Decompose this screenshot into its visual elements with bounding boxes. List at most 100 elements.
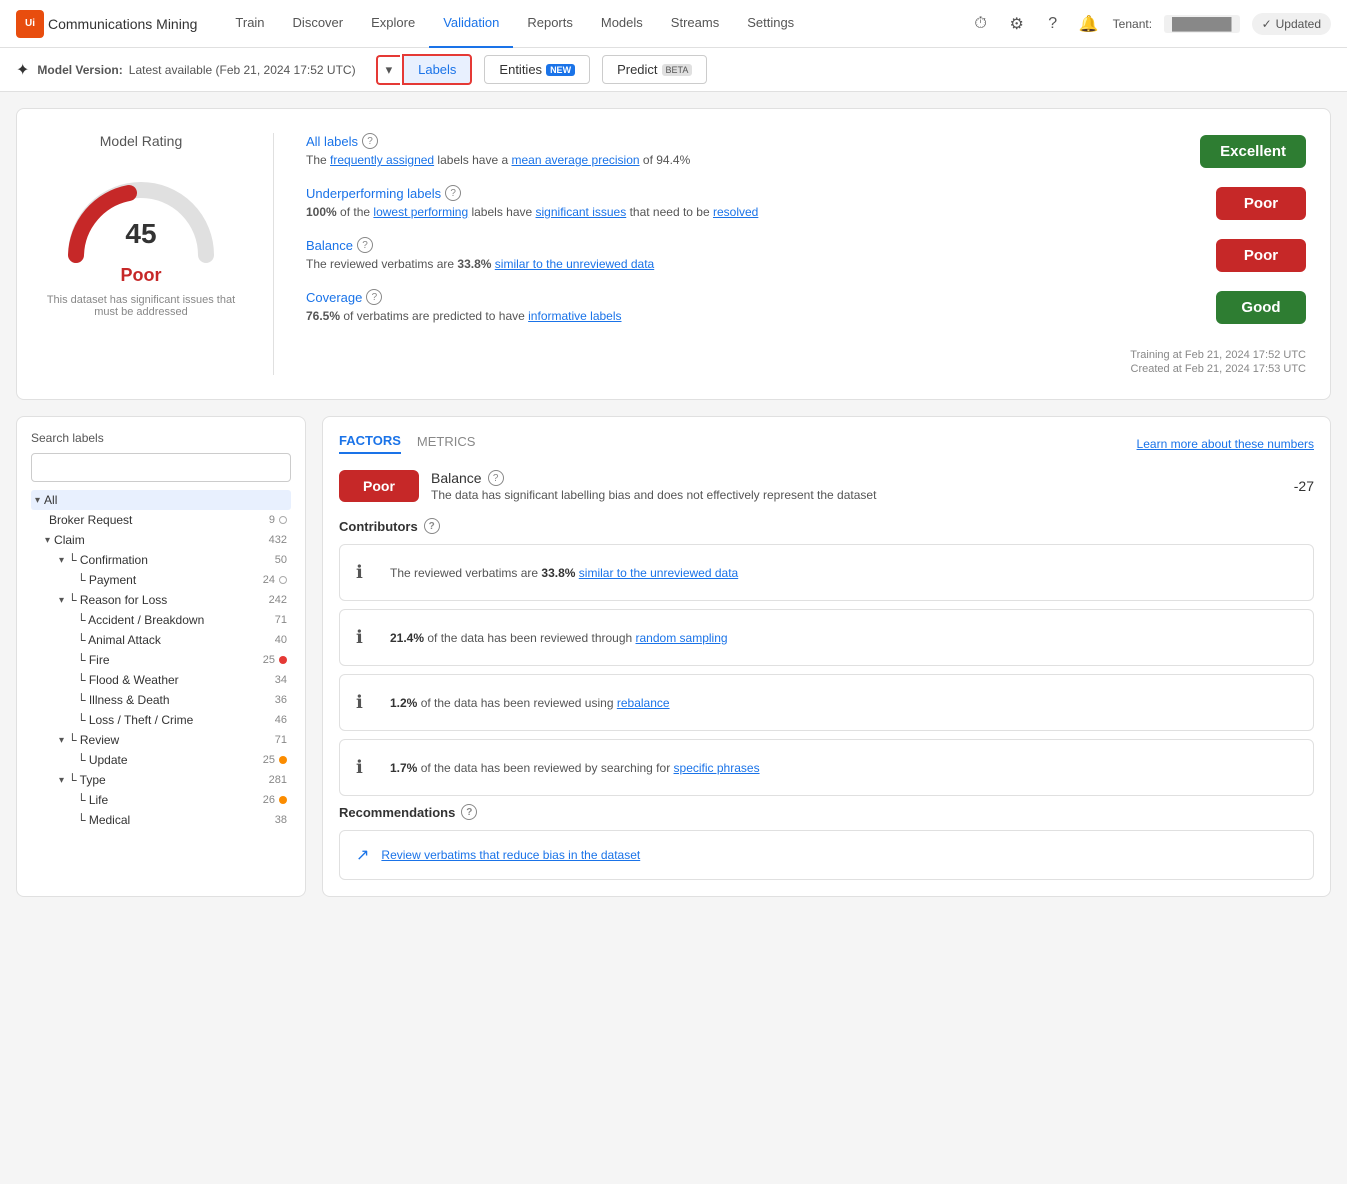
contributor-card-3: ℹ 1.2% of the data has been reviewed usi…: [339, 674, 1314, 731]
tab-dropdown-button[interactable]: ▾: [376, 55, 401, 85]
label-item-flood-weather[interactable]: └ Flood & Weather 34: [31, 670, 291, 690]
metric-content-coverage: Coverage ? 76.5% of verbatims are predic…: [306, 289, 1200, 325]
label-item-payment[interactable]: └ Payment 24: [31, 570, 291, 590]
payment-dot: [279, 576, 287, 584]
random-sampling-link[interactable]: random sampling: [636, 631, 728, 645]
uipath-logo-icon: Ui: [16, 10, 44, 38]
label-item-update[interactable]: └ Update 25: [31, 750, 291, 770]
label-item-illness-death[interactable]: └ Illness & Death 36: [31, 690, 291, 710]
metric-row-coverage: Coverage ? 76.5% of verbatims are predic…: [306, 289, 1306, 325]
gauge-description: This dataset has significant issues that…: [41, 294, 241, 318]
label-item-reason-for-loss[interactable]: ▾ └ Reason for Loss 242: [31, 590, 291, 610]
metric-content-balance: Balance ? The reviewed verbatims are 33.…: [306, 237, 1200, 273]
label-item-all[interactable]: ▾ All: [31, 490, 291, 510]
metric-title-coverage: Coverage ?: [306, 289, 1200, 305]
frequently-assigned-link[interactable]: frequently assigned: [330, 153, 434, 167]
label-tree: ▾ All Broker Request 9 ▾ Claim 432: [31, 490, 291, 830]
chevron-icon: ▾: [35, 495, 40, 506]
recommendation-link-1[interactable]: Review verbatims that reduce bias in the…: [381, 848, 640, 862]
model-version: Model Version: Latest available (Feb 21,…: [37, 63, 355, 77]
rating-card: Model Rating 45 Poor This dataset has si…: [16, 108, 1331, 400]
metric-title-all-labels: All labels ?: [306, 133, 1184, 149]
app-name: Communications Mining: [48, 16, 197, 32]
model-icon: ✦: [16, 60, 29, 80]
label-item-animal-attack[interactable]: └ Animal Attack 40: [31, 630, 291, 650]
nav-item-explore[interactable]: Explore: [357, 0, 429, 48]
subtitle-bar: ✦ Model Version: Latest available (Feb 2…: [0, 48, 1347, 92]
search-input[interactable]: [31, 453, 291, 482]
broker-request-dot: [279, 516, 287, 524]
tab-labels-button[interactable]: Labels: [402, 54, 472, 85]
contributor-text-2: 21.4% of the data has been reviewed thro…: [390, 629, 728, 647]
nav-item-streams[interactable]: Streams: [657, 0, 733, 48]
gauge-svg: 45: [61, 165, 221, 265]
label-item-broker-request[interactable]: Broker Request 9: [31, 510, 291, 530]
label-item-claim[interactable]: ▾ Claim 432: [31, 530, 291, 550]
clock-icon[interactable]: ⏱: [969, 12, 993, 36]
label-item-life[interactable]: └ Life 26: [31, 790, 291, 810]
similar-unreviewed-link[interactable]: similar to the unreviewed data: [495, 257, 654, 271]
rating-title: Model Rating: [100, 133, 183, 149]
coverage-badge: Good: [1216, 291, 1306, 324]
main-content: Model Rating 45 Poor This dataset has si…: [0, 92, 1347, 913]
metric-content-underperforming: Underperforming labels ? 100% of the low…: [306, 185, 1200, 221]
rating-right: All labels ? The frequently assigned lab…: [306, 133, 1306, 375]
rating-footer: Training at Feb 21, 2024 17:52 UTC Creat…: [306, 349, 1306, 375]
nav-item-settings[interactable]: Settings: [733, 0, 808, 48]
nav-item-reports[interactable]: Reports: [513, 0, 587, 48]
label-item-accident[interactable]: └ Accident / Breakdown 71: [31, 610, 291, 630]
balance-help-icon[interactable]: ?: [357, 237, 373, 253]
checkmark-icon: ✓: [1262, 17, 1272, 31]
nav-item-validation[interactable]: Validation: [429, 0, 513, 48]
tab-entities-button[interactable]: Entities NEW: [484, 55, 590, 84]
life-dot: [279, 796, 287, 804]
gear-icon[interactable]: ⚙: [1005, 12, 1029, 36]
balance-badge: Poor: [1216, 239, 1306, 272]
underperforming-help-icon[interactable]: ?: [445, 185, 461, 201]
label-item-fire[interactable]: └ Fire 25: [31, 650, 291, 670]
all-labels-badge: Excellent: [1200, 135, 1306, 168]
tenant-label: Tenant:: [1113, 17, 1152, 31]
label-item-type[interactable]: ▾ └ Type 281: [31, 770, 291, 790]
label-item-review[interactable]: ▾ └ Review 71: [31, 730, 291, 750]
coverage-help-icon[interactable]: ?: [366, 289, 382, 305]
resolved-link[interactable]: resolved: [713, 205, 758, 219]
factors-tab[interactable]: FACTORS: [339, 433, 401, 454]
lowest-performing-link[interactable]: lowest performing: [373, 205, 468, 219]
nav-item-train[interactable]: Train: [221, 0, 278, 48]
similar-unreviewed-data-link[interactable]: similar to the unreviewed data: [579, 566, 738, 580]
bottom-section: Search labels ▾ All Broker Request 9 ▾: [16, 416, 1331, 897]
label-item-loss-theft-crime[interactable]: └ Loss / Theft / Crime 46: [31, 710, 291, 730]
tab-group: ▾ Labels Entities NEW Predict BETA: [376, 54, 708, 85]
help-icon[interactable]: ?: [1041, 12, 1065, 36]
rebalance-link[interactable]: rebalance: [617, 696, 670, 710]
recommendations-help-icon[interactable]: ?: [461, 804, 477, 820]
training-date: Training at Feb 21, 2024 17:52 UTC: [1130, 349, 1306, 361]
learn-more-link[interactable]: Learn more about these numbers: [1137, 437, 1314, 451]
contributors-help-icon[interactable]: ?: [424, 518, 440, 534]
tab-predict-button[interactable]: Predict BETA: [602, 55, 707, 84]
specific-phrases-link[interactable]: specific phrases: [674, 761, 760, 775]
all-labels-help-icon[interactable]: ?: [362, 133, 378, 149]
svg-text:45: 45: [125, 218, 156, 249]
bell-icon[interactable]: 🔔: [1077, 12, 1101, 36]
underperforming-badge: Poor: [1216, 187, 1306, 220]
balance-poor-badge: Poor: [339, 470, 419, 502]
nav-item-models[interactable]: Models: [587, 0, 657, 48]
significant-issues-link[interactable]: significant issues: [536, 205, 627, 219]
nav-right: ⏱ ⚙ ? 🔔 Tenant: ███████ ✓ Updated: [969, 12, 1331, 36]
balance-detail-help-icon[interactable]: ?: [488, 470, 504, 486]
label-item-medical[interactable]: └ Medical 38: [31, 810, 291, 830]
metric-content-all-labels: All labels ? The frequently assigned lab…: [306, 133, 1184, 169]
nav-item-discover[interactable]: Discover: [279, 0, 358, 48]
contributor-text-4: 1.7% of the data has been reviewed by se…: [390, 759, 760, 777]
mean-avg-precision-link[interactable]: mean average precision: [511, 153, 639, 167]
metrics-tab[interactable]: METRICS: [417, 434, 476, 453]
informative-labels-link[interactable]: informative labels: [528, 309, 621, 323]
balance-description: The data has significant labelling bias …: [431, 488, 876, 502]
metric-desc-coverage: 76.5% of verbatims are predicted to have…: [306, 307, 1200, 325]
recommendation-card-1: ↗ Review verbatims that reduce bias in t…: [339, 830, 1314, 880]
contributor-text-3: 1.2% of the data has been reviewed using…: [390, 694, 670, 712]
model-version-value: Latest available (Feb 21, 2024 17:52 UTC…: [129, 63, 356, 77]
label-item-confirmation[interactable]: ▾ └ Confirmation 50: [31, 550, 291, 570]
